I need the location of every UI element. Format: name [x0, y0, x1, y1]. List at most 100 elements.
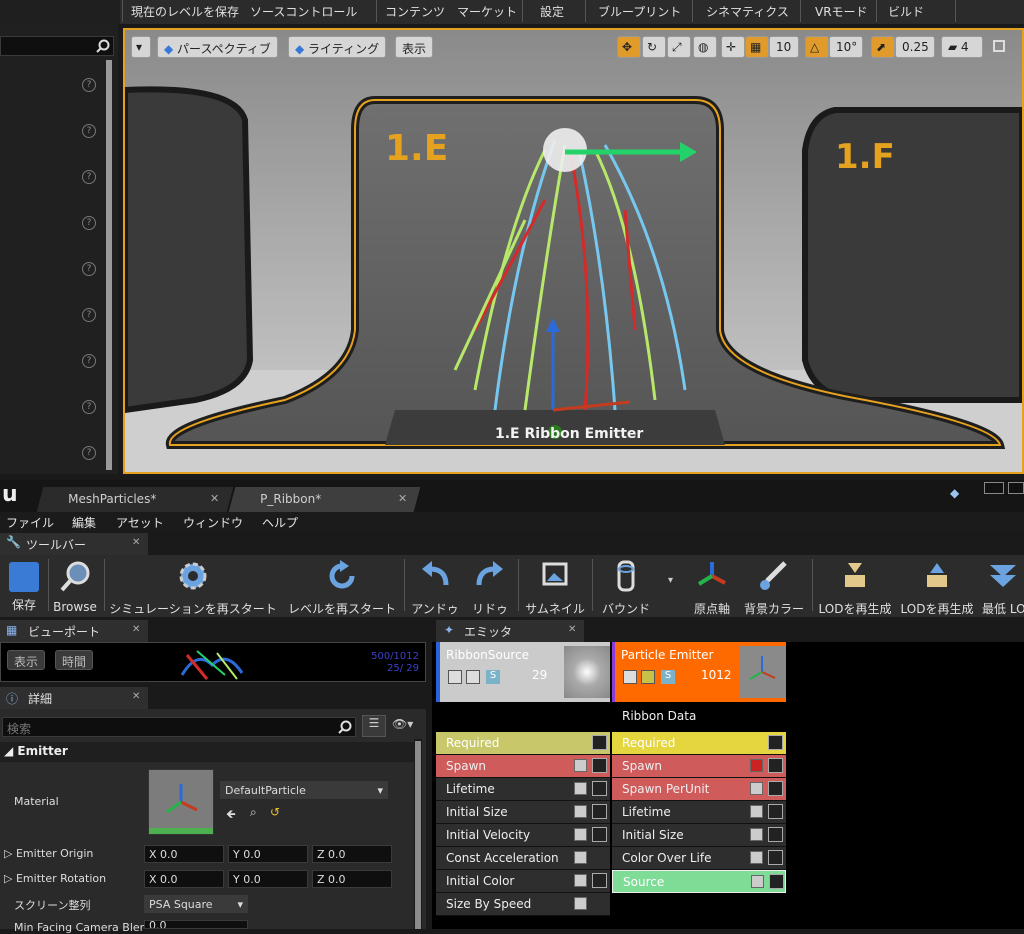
module-enable-checkbox[interactable]	[574, 759, 587, 772]
content-button[interactable]: コンテンツ	[385, 3, 445, 20]
module-lifetime[interactable]: Lifetime	[436, 778, 610, 801]
curve-graph-icon[interactable]	[768, 758, 783, 773]
lowest-lod-button[interactable]: 最低 LO	[982, 557, 1024, 615]
curve-graph-icon[interactable]	[592, 827, 607, 842]
curve-graph-icon[interactable]	[769, 874, 784, 889]
particle-preview-viewport[interactable]: 表示 時間 500/1012 25/ 29	[0, 642, 426, 682]
module-spawn[interactable]: Spawn	[436, 755, 610, 778]
menu-file[interactable]: ファイル	[6, 514, 54, 531]
settings-button[interactable]: 設定	[540, 3, 564, 20]
origin-axis-button[interactable]: 原点軸	[688, 557, 736, 616]
bounds-button[interactable]: バウンド	[598, 557, 654, 616]
curve-graph-icon[interactable]	[768, 781, 783, 796]
menu-asset[interactable]: アセット	[116, 514, 164, 531]
module-spawn[interactable]: Spawn	[612, 755, 786, 778]
blueprints-button[interactable]: ブループリント	[598, 3, 681, 20]
module-initial-size[interactable]: Initial Size	[436, 801, 610, 824]
enable-checkbox[interactable]: ✓	[448, 670, 462, 685]
bounds-dropdown-icon[interactable]: ▾	[668, 575, 673, 586]
world-local-icon[interactable]: ◍	[693, 36, 717, 58]
translate-mode-icon[interactable]: ✥	[617, 36, 641, 58]
tab-p-ribbon[interactable]: P_Ribbon*	[228, 487, 421, 512]
module-const-acceleration[interactable]: Const Acceleration	[436, 847, 610, 870]
rotation-snap-icon[interactable]: △	[805, 36, 829, 58]
module-enable-checkbox[interactable]	[574, 897, 587, 910]
marketplace-button[interactable]: マーケット	[457, 3, 517, 20]
preview-show-button[interactable]: 表示	[7, 650, 46, 670]
emitters-tab[interactable]: ✦ エミッタ ✕	[436, 620, 584, 642]
curve-graph-icon[interactable]	[592, 735, 607, 750]
close-tab-icon[interactable]: ✕	[210, 492, 219, 505]
toolbar-tab[interactable]: 🔧 ツールバー ✕	[0, 533, 148, 555]
save-button[interactable]: 保存	[4, 557, 44, 615]
emitter-column-ribbonsource[interactable]: RibbonSource ✓ S 29 Required Spawn Lifet…	[436, 642, 610, 916]
module-initial-size[interactable]: Initial Size	[612, 824, 786, 847]
emitter-header[interactable]: Particle Emitter ✓ S 1012	[612, 642, 786, 702]
property-matrix-icon[interactable]: ☰	[362, 715, 386, 737]
outliner-search-input[interactable]	[0, 36, 114, 56]
curve-graph-icon[interactable]	[592, 781, 607, 796]
module-initial-velocity[interactable]: Initial Velocity	[436, 824, 610, 847]
help-icon[interactable]: ?	[82, 308, 96, 322]
rotation-snap-value[interactable]: 10°	[829, 36, 863, 58]
curve-graph-icon[interactable]	[592, 758, 607, 773]
menu-help[interactable]: ヘルプ	[262, 514, 298, 531]
emitter-category[interactable]: ◢ Emitter	[0, 742, 414, 762]
emitter-header[interactable]: RibbonSource ✓ S 29	[436, 642, 610, 702]
module-enable-checkbox[interactable]	[751, 875, 764, 888]
help-icon[interactable]: ?	[82, 78, 96, 92]
close-panel-icon[interactable]: ✕	[132, 624, 140, 635]
browse-asset-icon[interactable]: ⌕	[250, 805, 257, 820]
cinematics-button[interactable]: シネマティクス	[706, 3, 789, 20]
help-icon[interactable]: ?	[82, 124, 96, 138]
close-panel-icon[interactable]: ✕	[568, 624, 576, 635]
regen-lod-button-2[interactable]: LODを再生成	[900, 557, 974, 616]
lighting-button[interactable]: ◆ ライティング	[288, 36, 387, 58]
help-icon[interactable]: ?	[82, 446, 96, 460]
regen-lod-button[interactable]: LODを再生成	[818, 557, 892, 616]
restart-simulation-button[interactable]: シミュレーションを再スタート	[108, 557, 278, 616]
module-enable-checkbox[interactable]	[574, 851, 587, 864]
scale-mode-icon[interactable]: ⤢	[667, 36, 691, 58]
rotation-x-field[interactable]: X 0.0	[144, 870, 224, 888]
render-mode-icon[interactable]	[641, 670, 655, 684]
ribbon-data-typedata[interactable]: Ribbon Data	[612, 702, 786, 732]
curve-graph-icon[interactable]	[592, 873, 607, 888]
background-color-button[interactable]: 背景カラー	[742, 557, 806, 616]
rotate-mode-icon[interactable]: ↻	[642, 36, 666, 58]
material-dropdown[interactable]: DefaultParticle ▾	[220, 781, 388, 799]
maximize-viewport-icon[interactable]	[993, 40, 1005, 52]
solo-icon[interactable]: S	[486, 670, 500, 684]
browse-button[interactable]: Browse	[52, 557, 98, 615]
scale-snap-icon[interactable]: ⬈	[871, 36, 895, 58]
show-button[interactable]: 表示	[395, 36, 434, 58]
viewport-tab[interactable]: ▦ ビューポート ✕	[0, 620, 148, 642]
module-required[interactable]: Required	[436, 732, 610, 755]
enable-checkbox[interactable]: ✓	[623, 670, 637, 685]
module-size-by-speed[interactable]: Size By Speed	[436, 893, 610, 916]
undo-button[interactable]: アンドゥ	[410, 557, 460, 616]
min-facing-camera-blend-field[interactable]: 0.0	[144, 920, 248, 929]
material-thumbnail[interactable]	[148, 769, 214, 835]
scale-snap-value[interactable]: 0.25	[895, 36, 935, 58]
maximize-window-icon[interactable]	[1008, 482, 1024, 494]
save-current-level-button[interactable]: 現在のレベルを保存	[131, 3, 239, 20]
restart-level-button[interactable]: レベルを再スタート	[286, 557, 398, 616]
details-tab[interactable]: ⓘ 詳細 ✕	[0, 687, 148, 709]
render-mode-icon[interactable]	[466, 670, 480, 684]
rotation-z-field[interactable]: Z 0.0	[312, 870, 392, 888]
feedback-icon[interactable]: ◆	[950, 486, 966, 502]
curve-graph-icon[interactable]	[768, 804, 783, 819]
curve-graph-icon[interactable]	[768, 827, 783, 842]
use-selected-arrow-icon[interactable]: 🡸	[226, 805, 236, 826]
module-enable-checkbox[interactable]	[750, 828, 763, 841]
curve-graph-icon[interactable]	[592, 804, 607, 819]
origin-y-field[interactable]: Y 0.0	[228, 845, 308, 863]
vr-mode-button[interactable]: VRモード	[815, 3, 868, 20]
menu-edit[interactable]: 編集	[72, 514, 96, 531]
surface-snap-icon[interactable]: ✛	[721, 36, 745, 58]
help-icon[interactable]: ?	[82, 400, 96, 414]
module-color-over-life[interactable]: Color Over Life	[612, 847, 786, 870]
module-enable-checkbox[interactable]	[750, 851, 763, 864]
source-control-button[interactable]: ソースコントロール	[250, 3, 357, 20]
